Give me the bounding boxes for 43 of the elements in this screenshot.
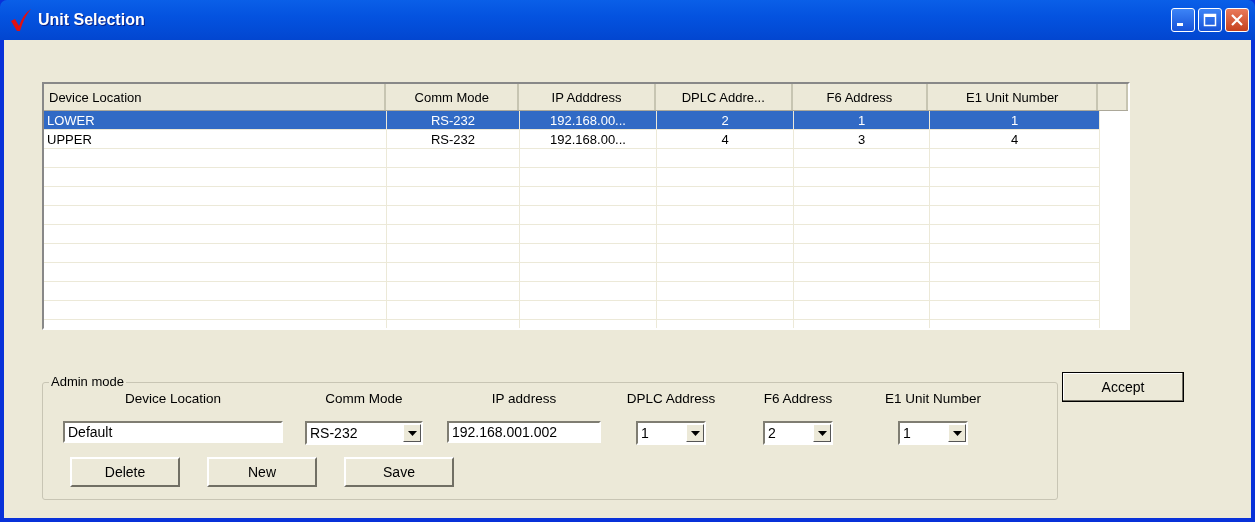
group-title: Admin mode xyxy=(49,374,126,389)
dropdown[interactable]: 1 xyxy=(898,421,968,445)
close-button[interactable] xyxy=(1225,8,1249,32)
table-cell: 4 xyxy=(930,130,1100,148)
table-cell: 1 xyxy=(930,111,1100,129)
field-label: Comm Mode xyxy=(324,391,404,408)
dropdown[interactable]: 2 xyxy=(763,421,833,445)
table-cell: 192.168.00... xyxy=(520,130,657,148)
dropdown[interactable]: 1 xyxy=(636,421,706,445)
caret-icon xyxy=(407,430,417,436)
checkmark-icon xyxy=(10,8,32,32)
table-cell: 192.168.00... xyxy=(520,111,657,129)
window-title: Unit Selection xyxy=(38,11,146,29)
table-cell: 3 xyxy=(794,130,930,148)
field-label: F6 Address xyxy=(762,391,834,408)
action-button[interactable]: New xyxy=(207,457,317,487)
table-row[interactable]: LOWER RS-232 192.168.00... 2 1 1 xyxy=(44,111,1100,130)
minimize-button[interactable] xyxy=(1171,8,1195,32)
table-cell: RS-232 xyxy=(387,130,520,148)
maximize-icon xyxy=(1203,13,1217,27)
accept-button[interactable]: Accept xyxy=(1062,372,1184,402)
caret-icon xyxy=(817,430,827,436)
field-label: Device Location xyxy=(123,391,223,408)
field-label: IP address xyxy=(490,391,558,408)
caret-icon xyxy=(952,430,962,436)
field-label: E1 Unit Number xyxy=(883,391,982,408)
table-cell: 2 xyxy=(657,111,794,129)
table-cell: RS-232 xyxy=(387,111,520,129)
table-cell: 1 xyxy=(794,111,930,129)
close-icon xyxy=(1230,13,1244,27)
text-field[interactable]: Default xyxy=(63,421,283,443)
field-label: DPLC Address xyxy=(625,391,717,408)
action-button[interactable]: Delete xyxy=(70,457,180,487)
caret-icon xyxy=(690,430,700,436)
dropdown[interactable]: RS-232 xyxy=(305,421,423,445)
table-cell: LOWER xyxy=(44,111,387,129)
text-field[interactable]: 192.168.001.002 xyxy=(447,421,601,443)
minimize-icon xyxy=(1177,22,1183,26)
maximize-button[interactable] xyxy=(1198,8,1222,32)
table-row[interactable]: UPPER RS-232 192.168.00... 4 3 4 xyxy=(44,130,1100,149)
action-button[interactable]: Save xyxy=(344,457,454,487)
table-cell: 4 xyxy=(657,130,794,148)
table-cell: UPPER xyxy=(44,130,387,148)
